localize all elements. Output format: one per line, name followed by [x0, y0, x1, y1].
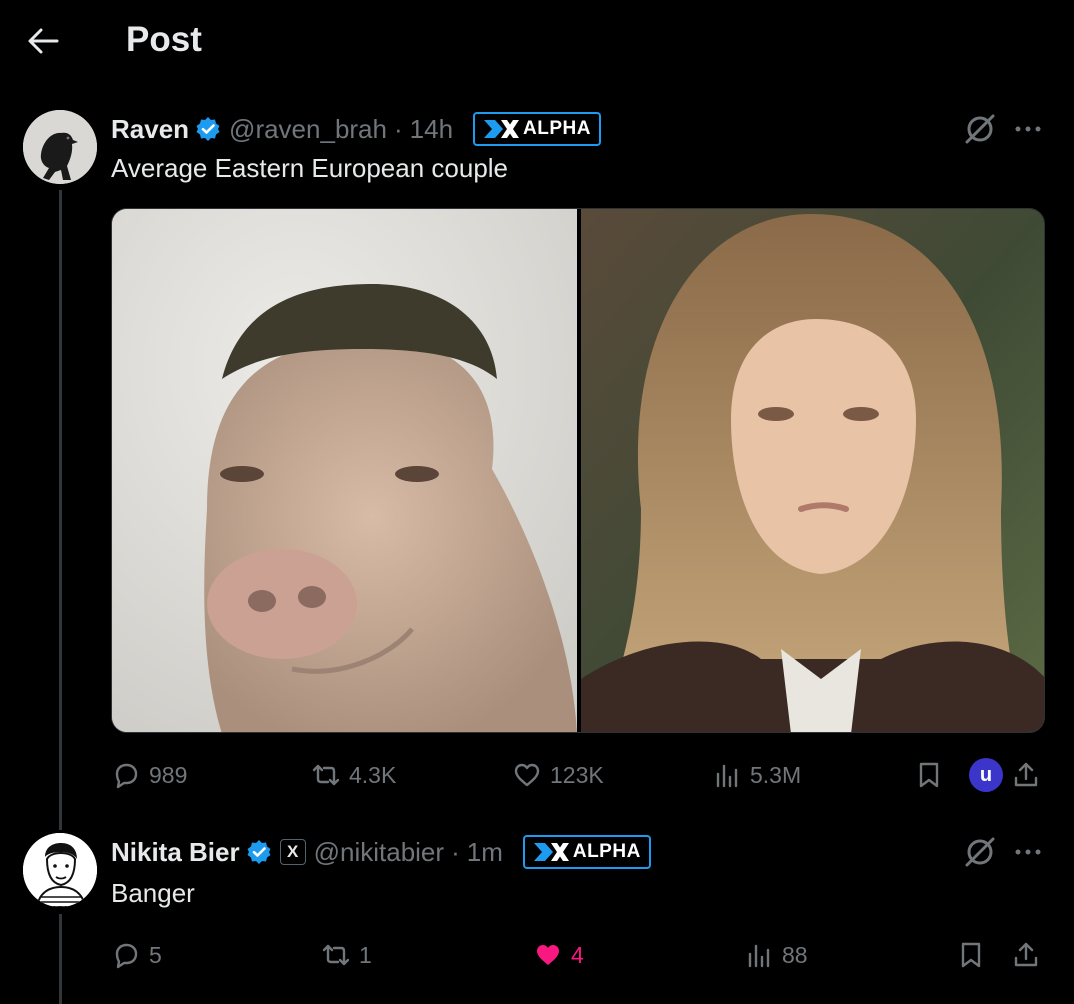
xalpha-logo-icon — [533, 843, 569, 861]
author-name[interactable]: Nikita Bier — [111, 837, 240, 868]
alpha-badge[interactable]: ALPHA — [522, 835, 651, 869]
tweet-media[interactable] — [111, 208, 1045, 733]
verified-badge-icon — [195, 116, 221, 142]
tweet-header: Nikita Bier X @nikitabier · 1m ALPHA — [111, 833, 651, 871]
views-button[interactable]: 5.3M — [712, 755, 801, 795]
bookmark-button[interactable] — [914, 755, 944, 795]
separator: · — [451, 836, 460, 867]
author-handle[interactable]: @nikitabier — [314, 837, 444, 868]
heart-icon — [514, 763, 540, 787]
avatar-raven[interactable] — [23, 110, 97, 184]
like-count: 123K — [550, 761, 604, 788]
repost-button[interactable]: 4.3K — [311, 755, 396, 795]
heart-filled-icon — [537, 945, 559, 965]
author-handle[interactable]: @raven_brah — [229, 114, 387, 145]
reply-button[interactable]: 989 — [111, 755, 187, 795]
views-chart-icon — [716, 764, 738, 788]
author-name[interactable]: Raven — [111, 114, 189, 145]
reply-count: 5 — [149, 941, 162, 968]
views-button[interactable]: 88 — [744, 935, 808, 975]
arrow-left-icon — [28, 28, 59, 54]
separator: · — [393, 113, 403, 144]
bookmark-icon — [961, 942, 981, 968]
tweet-top-actions — [962, 111, 1046, 147]
grok-icon[interactable] — [962, 111, 998, 147]
raven-avatar-image — [23, 110, 97, 184]
thread-line — [59, 190, 62, 830]
tweet-text: Average Eastern European couple — [111, 153, 509, 183]
repost-count: 1 — [359, 941, 372, 968]
alpha-badge-label: ALPHA — [572, 841, 641, 862]
repost-icon — [312, 764, 340, 786]
like-count: 4 — [571, 941, 584, 968]
tweet-header: Raven @raven_brah · 14h ALPHA — [111, 110, 601, 148]
like-button[interactable]: 123K — [512, 755, 604, 795]
post-time[interactable]: 1m — [467, 837, 503, 868]
tweet-text: Banger — [111, 878, 195, 908]
alpha-badge-label: ALPHA — [523, 118, 591, 139]
thread-line — [59, 914, 62, 1004]
views-count: 88 — [782, 941, 808, 968]
views-chart-icon — [748, 944, 770, 968]
tweet-top-actions — [962, 834, 1046, 870]
page-header: Post — [0, 0, 1074, 84]
reply-icon — [115, 943, 138, 969]
grok-icon[interactable] — [962, 834, 998, 870]
tweet-action-bar: 5 1 4 88 — [111, 935, 1045, 975]
avatar-nikita-bier[interactable] — [23, 833, 97, 907]
woman-photo-image — [581, 209, 1044, 732]
page-title: Post — [126, 20, 202, 59]
share-button[interactable] — [1011, 755, 1041, 795]
like-button[interactable]: 4 — [533, 935, 584, 975]
reply-button[interactable]: 5 — [111, 935, 162, 975]
share-icon — [1014, 762, 1038, 787]
bookmark-icon — [919, 762, 939, 788]
more-options-icon[interactable] — [1010, 834, 1046, 870]
more-options-icon[interactable] — [1010, 111, 1046, 147]
repost-icon — [322, 944, 350, 966]
xalpha-logo-icon — [484, 120, 520, 138]
pig-photo-image — [112, 209, 577, 732]
alpha-badge[interactable]: ALPHA — [473, 112, 601, 146]
nikita-avatar-image — [23, 833, 97, 907]
share-button[interactable] — [1011, 935, 1041, 975]
repost-button[interactable]: 1 — [321, 935, 372, 975]
reply-count: 989 — [149, 761, 188, 788]
reply-icon — [115, 763, 138, 789]
user-badge[interactable]: u — [969, 758, 1003, 792]
share-icon — [1014, 942, 1038, 967]
tweet-action-bar: 989 4.3K 123K 5.3M u — [111, 755, 1045, 795]
bookmark-button[interactable] — [956, 935, 986, 975]
back-button[interactable] — [26, 26, 60, 56]
media-photo-left[interactable] — [112, 209, 577, 732]
verified-badge-icon — [246, 839, 272, 865]
media-photo-right[interactable] — [581, 209, 1044, 732]
repost-count: 4.3K — [349, 761, 397, 788]
views-count: 5.3M — [750, 761, 802, 788]
post-time[interactable]: 14h — [410, 114, 453, 145]
affiliate-x-badge[interactable]: X — [279, 839, 306, 865]
